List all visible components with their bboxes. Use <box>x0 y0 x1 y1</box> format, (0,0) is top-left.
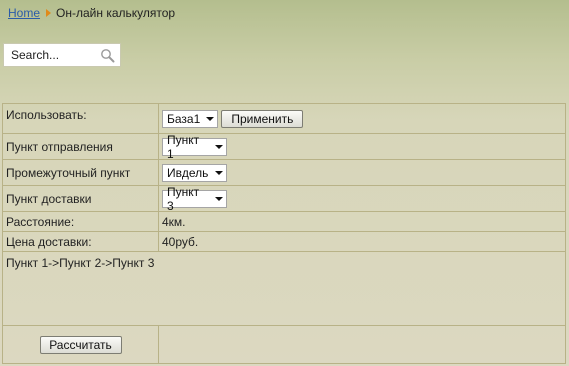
price-value: 40руб. <box>158 231 566 252</box>
intermediate-cell: Ивдель <box>158 159 566 186</box>
intermediate-label: Промежуточный пункт <box>2 159 159 186</box>
price-label: Цена доставки: <box>2 231 159 252</box>
chevron-down-icon <box>215 170 223 175</box>
calculator-table: Использовать: База1 Применить Пункт отпр… <box>2 103 566 364</box>
delivery-select-value: Пункт 3 <box>167 184 200 213</box>
calculate-button[interactable]: Рассчитать <box>39 335 122 354</box>
route-text: Пункт 1->Пункт 2->Пункт 3 <box>2 251 566 326</box>
chevron-down-icon <box>215 144 223 149</box>
use-cell: База1 Применить <box>158 103 566 134</box>
distance-label: Расстояние: <box>2 211 159 232</box>
table-row: Пункт доставки Пункт 3 <box>2 185 566 213</box>
search-box <box>3 43 121 67</box>
chevron-down-icon <box>215 196 223 201</box>
delivery-label: Пункт доставки <box>2 185 159 212</box>
table-row: Промежуточный пункт Ивдель <box>2 159 566 186</box>
calculate-cell: Рассчитать <box>2 325 159 364</box>
departure-select-value: Пункт 1 <box>167 132 200 161</box>
chevron-down-icon <box>206 116 215 121</box>
distance-value: 4км. <box>158 211 566 232</box>
use-label: Использовать: <box>2 103 159 134</box>
delivery-cell: Пункт 3 <box>158 185 566 213</box>
table-row: Рассчитать <box>2 325 566 364</box>
database-select[interactable]: База1 <box>162 109 218 128</box>
breadcrumb-home-link[interactable]: Home <box>8 6 40 20</box>
breadcrumb-arrow-icon <box>46 9 52 17</box>
departure-select[interactable]: Пункт 1 <box>162 133 227 161</box>
database-select-value: База1 <box>167 111 201 126</box>
breadcrumb-current: Он-лайн калькулятор <box>56 6 176 20</box>
intermediate-select[interactable]: Ивдель <box>162 163 227 182</box>
departure-label: Пункт отправления <box>2 133 159 160</box>
table-row: Расстояние: 4км. <box>2 211 566 232</box>
breadcrumb: Home Он-лайн калькулятор <box>8 6 175 20</box>
search-input[interactable] <box>11 45 99 65</box>
table-row: Цена доставки: 40руб. <box>2 231 566 252</box>
empty-cell <box>158 325 566 364</box>
table-row: Пункт отправления Пункт 1 <box>2 133 566 161</box>
departure-cell: Пункт 1 <box>158 133 566 161</box>
search-icon[interactable] <box>100 48 115 63</box>
table-row: Пункт 1->Пункт 2->Пункт 3 <box>2 251 566 326</box>
delivery-select[interactable]: Пункт 3 <box>162 185 227 213</box>
table-row: Использовать: База1 Применить <box>2 103 566 134</box>
apply-button[interactable]: Применить <box>221 109 304 128</box>
intermediate-select-value: Ивдель <box>167 165 209 180</box>
